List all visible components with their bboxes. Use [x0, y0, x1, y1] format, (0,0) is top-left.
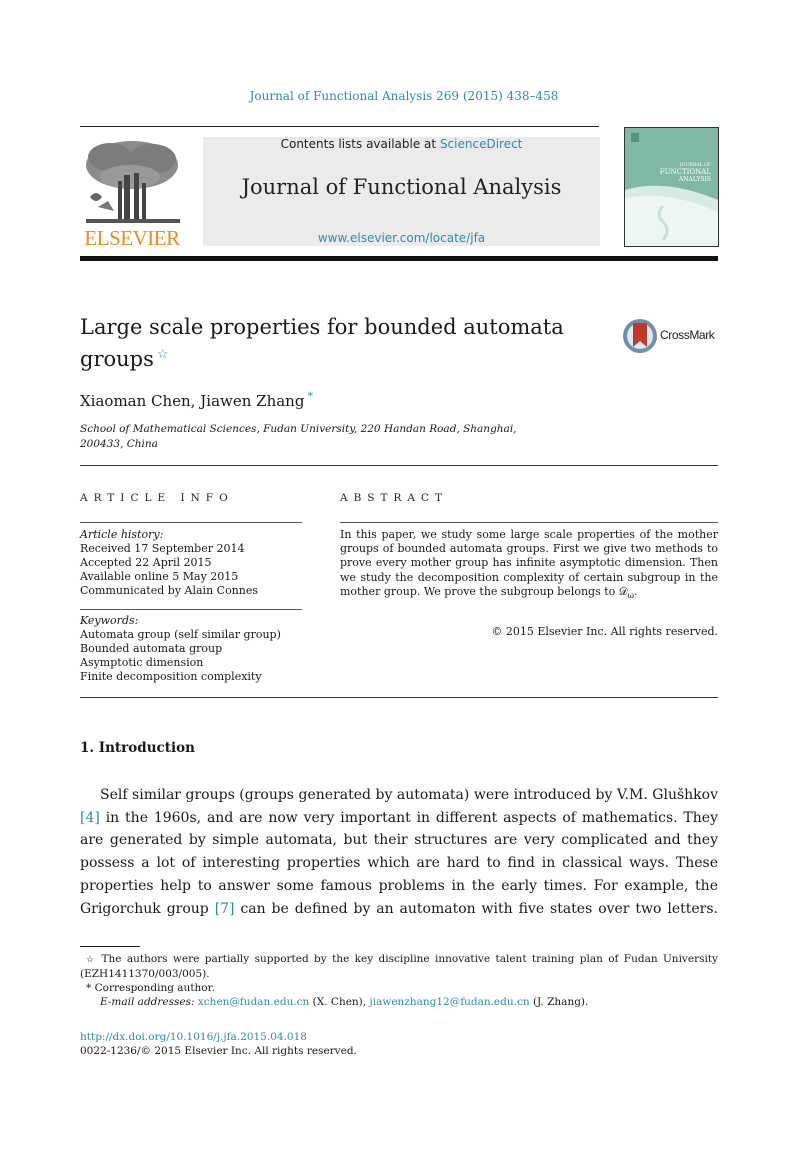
email-link-zhang[interactable]: jiawenzhang12@fudan.edu.cn [369, 996, 529, 1008]
title-footnote-link[interactable]: ☆ [157, 347, 169, 362]
section-heading-introduction: 1. Introduction [80, 740, 195, 756]
email-label: E-mail addresses: [100, 996, 195, 1008]
corresponding-author-link[interactable]: * [307, 390, 313, 403]
contents-prefix: Contents lists available at [280, 137, 440, 151]
history-accepted: Accepted 22 April 2015 [80, 556, 212, 569]
history-online: Available online 5 May 2015 [80, 570, 239, 583]
article-title: Large scale properties for bounded autom… [80, 313, 580, 373]
introduction-paragraph: Self similar groups (groups generated by… [80, 784, 718, 920]
history-received: Received 17 September 2014 [80, 542, 245, 555]
journal-name: Journal of Functional Analysis [241, 175, 562, 199]
keyword-item: Bounded automata group [80, 642, 223, 655]
footnotes: ☆ The authors were partially supported b… [80, 952, 718, 1009]
masthead-top-rule [80, 126, 599, 127]
abstract-end: . [634, 584, 638, 598]
email-name-zhang: (J. Zhang). [529, 996, 589, 1008]
running-header[interactable]: Journal of Functional Analysis 269 (2015… [0, 89, 808, 103]
footnote-rule [80, 946, 140, 947]
article-history: Article history: Received 17 September 2… [80, 528, 310, 598]
intro-text-1: Self similar groups (groups generated by… [100, 787, 718, 803]
email-name-chen: (X. Chen), [309, 996, 370, 1008]
keywords-label: Keywords: [80, 614, 139, 627]
history-label: Article history: [80, 528, 164, 541]
author-names: Xiaoman Chen, Jiawen Zhang [80, 392, 305, 410]
intro-text-3: can be defined by an automaton with five… [234, 900, 718, 917]
footnote-funding-text: The authors were partially supported by … [80, 953, 718, 980]
abstract-body: In this paper, we study some large scale… [340, 528, 718, 598]
crossmark-label[interactable]: CrossMark [660, 328, 715, 342]
journal-url-link[interactable]: www.elsevier.com/locate/jfa [203, 231, 600, 245]
contents-line: Contents lists available at ScienceDirec… [203, 137, 600, 151]
affiliation: School of Mathematical Sciences, Fudan U… [80, 422, 620, 452]
footnote-star-mark: ☆ [86, 955, 97, 965]
keyword-item: Finite decomposition complexity [80, 670, 262, 683]
keyword-item: Asymptotic dimension [80, 656, 204, 669]
affiliation-line-1: School of Mathematical Sciences, Fudan U… [80, 423, 517, 435]
crossmark-icon [623, 319, 657, 353]
journal-masthead-box: Contents lists available at ScienceDirec… [203, 137, 600, 246]
footnote-funding: ☆ The authors were partially supported b… [80, 952, 718, 981]
email-link-chen[interactable]: xchen@fudan.edu.cn [198, 996, 309, 1008]
cover-text-2: FUNCTIONAL [660, 168, 712, 176]
title-line-2: groups [80, 347, 154, 371]
authors: Xiaoman Chen, Jiawen Zhang * [80, 390, 313, 410]
sciencedirect-link[interactable]: ScienceDirect [440, 137, 522, 151]
footnote-corresponding: * Corresponding author. [80, 981, 718, 995]
abstract-copyright: © 2015 Elsevier Inc. All rights reserved… [491, 625, 718, 638]
abstract-text: In this paper, we study some large scale… [340, 528, 718, 603]
history-communicated: Communicated by Alain Connes [80, 584, 259, 597]
keywords-rule [80, 609, 302, 610]
citation-link[interactable]: [4] [80, 810, 100, 826]
keywords: Keywords: Automata group (self similar g… [80, 614, 310, 684]
footnote-corresponding-text: Corresponding author. [91, 982, 215, 994]
header-divider [80, 465, 718, 466]
article-info-heading: ARTICLE INFO [80, 492, 234, 504]
front-matter-divider [80, 697, 718, 698]
masthead-bottom-rule [80, 256, 718, 261]
journal-cover-icon: JOURNAL OF FUNCTIONAL ANALYSIS [624, 127, 719, 247]
article-info-rule [80, 522, 302, 523]
abstract-heading: ABSTRACT [340, 492, 449, 504]
title-line-1: Large scale properties for bounded autom… [80, 315, 564, 339]
citation-link[interactable]: [7] [215, 901, 235, 917]
issn-copyright: 0022-1236/© 2015 Elsevier Inc. All right… [80, 1045, 357, 1057]
cover-text-3: ANALYSIS [678, 176, 711, 183]
doi-link[interactable]: http://dx.doi.org/10.1016/j.jfa.2015.04.… [80, 1031, 307, 1043]
footnote-asterisk-mark: * [86, 982, 92, 994]
affiliation-line-2: 200433, China [80, 438, 158, 450]
abstract-rule [340, 522, 718, 523]
footnote-emails: E-mail addresses: xchen@fudan.edu.cn (X.… [80, 995, 718, 1009]
keyword-item: Automata group (self similar group) [80, 628, 281, 641]
elsevier-wordmark: ELSEVIER [84, 226, 180, 250]
